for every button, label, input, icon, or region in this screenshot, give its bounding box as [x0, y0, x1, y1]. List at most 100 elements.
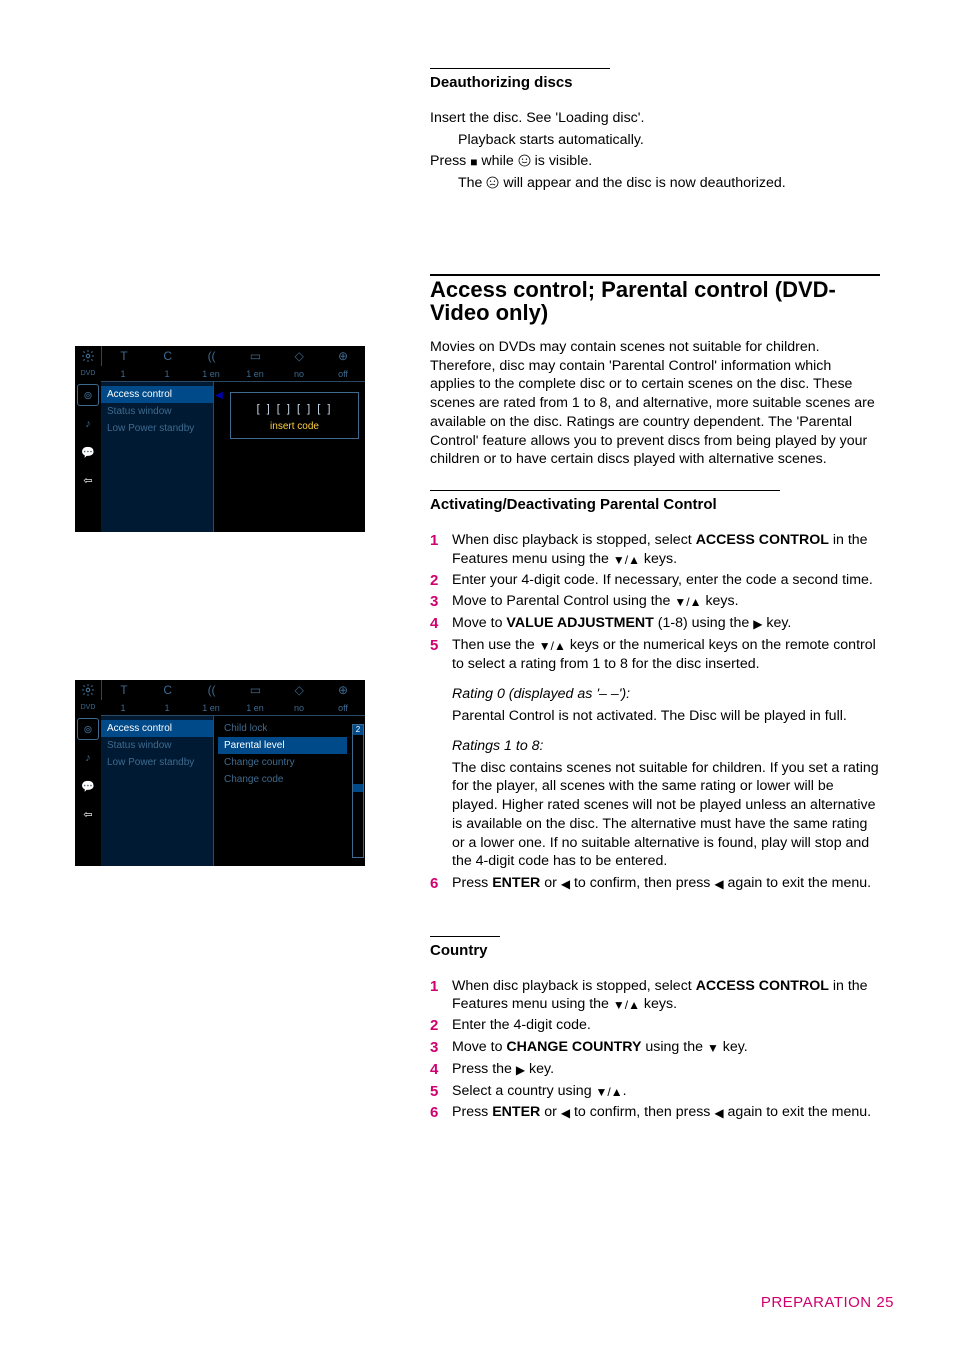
heading-country: Country	[430, 941, 880, 961]
osd1-col1: Access control Status window Low Power s…	[101, 382, 214, 532]
deauth-p2-sub: The will appear and the disc is now deau…	[430, 174, 880, 193]
osd-screenshot-2: T C (( ▭ ◇ ⊕ DVD 1 1 1 en 1 en no off	[75, 680, 375, 920]
dvd-badge: DVD	[75, 700, 101, 716]
frown-icon	[486, 176, 499, 189]
osd2-slider: 2	[351, 720, 365, 862]
down-up-icon: ▼/▲	[539, 639, 566, 653]
access-control-intro: Movies on DVDs may contain scenes not su…	[430, 338, 880, 469]
rating18-title: Ratings 1 to 8:	[452, 737, 880, 756]
slider-value: 2	[353, 725, 363, 735]
act-step6: Press ENTER or ◀ to confirm, then press …	[452, 874, 880, 894]
deauth-p1: Insert the disc. See 'Loading disc'.	[430, 109, 880, 128]
country-step1: When disc playback is stopped, select AC…	[452, 977, 880, 1015]
tab-icon-angle: ◇	[277, 349, 321, 363]
footer-label: PREPARATION	[761, 1294, 872, 1311]
country-step2: Enter the 4-digit code.	[452, 1016, 880, 1036]
left-icon: ◀	[561, 1106, 570, 1120]
heading-activating: Activating/Deactivating Parental Control	[430, 495, 880, 515]
tabval-4: 1 en	[233, 700, 277, 715]
osd2-col1: Access control Status window Low Power s…	[101, 716, 214, 866]
sideicon-disc: ⊚	[77, 718, 99, 740]
osd1-col1-item-lowpower: Low Power standby	[101, 420, 213, 437]
tab-icon-t: T	[102, 683, 146, 697]
tab-icon-t: T	[102, 349, 146, 363]
rating0-title: Rating 0 (displayed as '– –'):	[452, 685, 880, 704]
down-icon: ▼	[707, 1041, 719, 1055]
osd2-col2-childlock: Child lock	[218, 720, 347, 737]
tabval-1: 1	[101, 700, 145, 715]
sideicon-note: ♪	[78, 414, 98, 434]
osd1-code-digits: [ ] [ ] [ ] [ ]	[237, 403, 352, 415]
tabval-5: no	[277, 366, 321, 381]
country-step5: Select a country using ▼/▲.	[452, 1082, 880, 1102]
heading-deauthorizing: Deauthorizing discs	[430, 73, 880, 93]
tabval-4: 1 en	[233, 366, 277, 381]
country-steps: 1 When disc playback is stopped, select …	[430, 977, 880, 1124]
country-step3: Move to CHANGE COUNTRY using the ▼ key.	[452, 1038, 880, 1058]
sideicon-speech: 💬	[78, 442, 98, 462]
tabval-3: 1 en	[189, 700, 233, 715]
tab-icon-c: C	[146, 683, 190, 697]
osd1-midarrow: ◀	[214, 382, 224, 532]
rating18-body: The disc contains scenes not suitable fo…	[452, 759, 880, 871]
rating0-body: Parental Control is not activated. The D…	[452, 707, 880, 726]
gear-tab	[75, 680, 102, 700]
sideicon-speech: 💬	[78, 776, 98, 796]
heading-access-control: Access control; Parental control (DVD-Vi…	[430, 278, 880, 324]
act-step1: When disc playback is stopped, select AC…	[452, 531, 880, 569]
country-step6: Press ENTER or ◀ to confirm, then press …	[452, 1103, 880, 1123]
osd2-col1-item-status: Status window	[101, 737, 213, 754]
deauth-p2: Press ■ while is visible.	[430, 152, 880, 171]
osd2-col2-changecode: Change code	[218, 771, 347, 788]
act-step5: Then use the ▼/▲ keys or the numerical k…	[452, 636, 880, 674]
down-up-icon: ▼/▲	[613, 553, 640, 567]
deauth-p1-sub: Playback starts automatically.	[430, 131, 880, 150]
left-icon: ◀	[714, 877, 723, 891]
sideicon-back: ⇦	[78, 470, 98, 490]
osd2-col2-parental: Parental level	[218, 737, 347, 754]
act-step4: Move to VALUE ADJUSTMENT (1-8) using the…	[452, 614, 880, 634]
tab-icon-c: C	[146, 349, 190, 363]
tab-icon-zoom: ⊕	[321, 349, 365, 363]
country-step4: Press the ▶ key.	[452, 1060, 880, 1080]
tabval-3: 1 en	[189, 366, 233, 381]
smile-icon	[518, 154, 531, 167]
right-icon: ▶	[516, 1063, 525, 1077]
gear-tab	[75, 346, 102, 366]
act-step2: Enter your 4-digit code. If necessary, e…	[452, 571, 880, 591]
tab-icon-audio: ((	[190, 349, 234, 363]
osd1-code-label: insert code	[237, 421, 352, 432]
osd2-col2-changecountry: Change country	[218, 754, 347, 771]
osd2-col2: Child lock Parental level Change country…	[214, 716, 365, 866]
tabval-5: no	[277, 700, 321, 715]
footer-page: 25	[876, 1294, 894, 1311]
tabval-6: off	[321, 366, 365, 381]
page-footer: PREPARATION 25	[761, 1294, 894, 1311]
tab-icon-audio: ((	[190, 683, 234, 697]
dvd-badge: DVD	[75, 366, 101, 382]
down-up-icon: ▼/▲	[674, 595, 701, 609]
tab-icon-angle: ◇	[277, 683, 321, 697]
act-step3: Move to Parental Control using the ▼/▲ k…	[452, 592, 880, 612]
down-up-icon: ▼/▲	[596, 1085, 623, 1099]
tabval-6: off	[321, 700, 365, 715]
osd2-col1-item-access: Access control	[101, 720, 213, 737]
tab-icon-sub: ▭	[233, 683, 277, 697]
osd1-col1-item-status: Status window	[101, 403, 213, 420]
sideicon-note: ♪	[78, 748, 98, 768]
tab-icon-sub: ▭	[233, 349, 277, 363]
osd-screenshot-1: T C (( ▭ ◇ ⊕ DVD 1 1 1 en 1 en no off	[75, 346, 375, 586]
activating-steps: 1 When disc playback is stopped, select …	[430, 531, 880, 674]
osd1-col2: [ ] [ ] [ ] [ ] insert code	[224, 382, 365, 532]
down-up-icon: ▼/▲	[613, 998, 640, 1012]
tabval-1: 1	[101, 366, 145, 381]
sideicon-back: ⇦	[78, 804, 98, 824]
osd1-col1-item-access: Access control	[101, 386, 213, 403]
left-icon: ◀	[714, 1106, 723, 1120]
tabval-2: 1	[145, 366, 189, 381]
tab-icon-zoom: ⊕	[321, 683, 365, 697]
sideicon-disc: ⊚	[77, 384, 99, 406]
tabval-2: 1	[145, 700, 189, 715]
left-icon: ◀	[561, 877, 570, 891]
osd2-col1-item-lowpower: Low Power standby	[101, 754, 213, 771]
